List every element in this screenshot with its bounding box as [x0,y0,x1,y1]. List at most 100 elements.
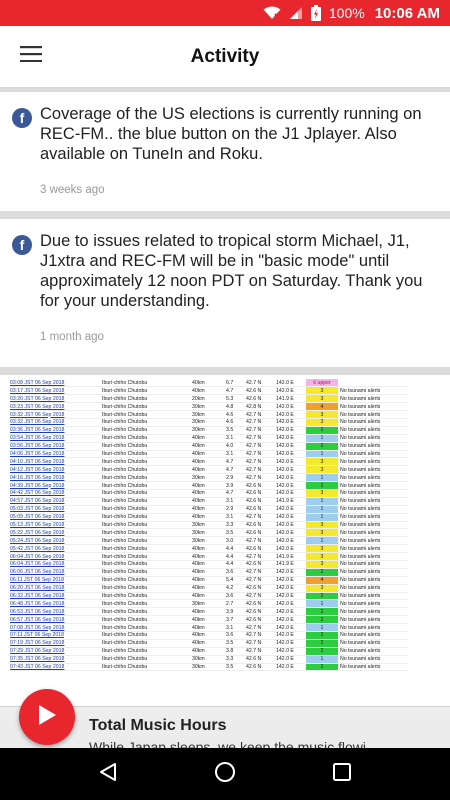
table-cell-mag: 3.9 [224,481,244,490]
table-cell-time: 04:10 JST 06 Sep 2018 [8,457,100,467]
earthquake-table-image: 03:08 JST 06 Sep 2018 Iburi-chiho Chutobu… [8,379,408,672]
feed-post[interactable]: f Due to issues related to tropical stor… [0,219,450,367]
play-button[interactable] [19,689,75,745]
table-cell-loc: Iburi-chiho Chutobu [100,497,190,506]
recents-button[interactable] [322,754,362,794]
table-cell-depth: 40km [190,434,224,443]
table-cell-lat: 42.6 N [244,528,274,538]
post-timestamp: 1 month ago [40,331,104,343]
app-bar: Activity [0,26,450,88]
table-cell-time: 07:19 JST 06 Sep 2018 [8,639,100,648]
table-cell-note: No tsunami alerts [338,481,408,490]
table-cell-depth: 40km [190,615,224,625]
table-row: 06:48 JST 06 Sep 2018 Iburi-chiho Chutobu… [8,599,408,609]
table-cell-loc: Iburi-chiho Chutobu [100,426,190,435]
table-cell-mag: 6.7 [224,379,244,388]
table-cell-note: No tsunami alerts [338,442,408,451]
table-cell-lon: 142.0 E [274,418,306,427]
table-cell-note: No tsunami alerts [338,584,408,593]
table-cell-mag: 4.7 [224,457,244,467]
table-row: 06:57 JST 06 Sep 2018 Iburi-chiho Chutobu… [8,615,408,625]
table-cell-loc: Iburi-chiho Chutobu [100,647,190,656]
table-cell-note: No tsunami alerts [338,402,408,412]
table-cell-int: 2 [306,615,338,625]
table-cell-mag: 4.4 [224,560,244,569]
table-cell-lat: 42.7 N [244,465,274,475]
table-cell-time: 06:32 JST 06 Sep 2018 [8,592,100,601]
table-cell-depth: 30km [190,528,224,538]
table-row: 04:57 JST 06 Sep 2018 Iburi-chiho Chutobu… [8,497,408,506]
table-cell-note: No tsunami alerts [338,536,408,546]
table-cell-lat: 42.7 N [244,379,274,388]
table-cell-lat: 42.7 N [244,647,274,656]
table-cell-note: No tsunami alerts [338,552,408,561]
back-button[interactable] [88,754,128,794]
table-cell-time: 06:48 JST 06 Sep 2018 [8,599,100,609]
table-cell-note: No tsunami alerts [338,544,408,554]
hamburger-menu-button[interactable] [0,26,62,88]
table-cell-depth: 40km [190,639,224,648]
table-cell-loc: Iburi-chiho Chutobu [100,536,190,546]
signal-icon [289,6,303,20]
table-cell-mag: 3.6 [224,592,244,601]
table-row: 06:32 JST 06 Sep 2018 Iburi-chiho Chutobu… [8,592,408,601]
table-cell-loc: Iburi-chiho Chutobu [100,599,190,609]
table-cell-time: 07:11 JST 06 Sep 2018 [8,631,100,640]
play-icon [37,704,57,731]
table-cell-depth: 30km [190,599,224,609]
table-cell-time: 03:56 JST 06 Sep 2018 [8,442,100,451]
table-cell-lat: 42.7 N [244,426,274,435]
table-cell-mag: 3.5 [224,639,244,648]
table-row: 07:29 JST 06 Sep 2018 Iburi-chiho Chutobu… [8,647,408,656]
feed-post[interactable]: f Coverage of the US elections is curren… [0,92,450,211]
table-row: 03:32 JST 06 Sep 2018 Iburi-chiho Chutobu… [8,410,408,419]
table-cell-mag: 5.4 [224,576,244,585]
table-cell-lon: 142.0 E [274,536,306,546]
table-cell-lon: 142.0 E [274,450,306,459]
table-cell-note: No tsunami alerts [338,639,408,648]
table-cell-lon: 142.0 E [274,489,306,498]
table-cell-depth: 40km [190,631,224,640]
table-cell-lat: 42.7 N [244,536,274,546]
table-cell-depth: 40km [190,544,224,554]
home-button[interactable] [205,754,245,794]
table-cell-note: No tsunami alerts [338,465,408,475]
table-row: 03:32 JST 06 Sep 2018 Iburi-chiho Chutobu… [8,418,408,427]
feed-image-post[interactable]: 03:08 JST 06 Sep 2018 Iburi-chiho Chutobu… [0,375,450,720]
table-cell-depth: 40km [190,457,224,467]
table-cell-note [338,379,408,388]
table-cell-loc: Iburi-chiho Chutobu [100,528,190,538]
table-cell-depth: 20km [190,394,224,404]
table-cell-lat: 42.6 N [244,607,274,617]
table-cell-mag: 5.3 [224,394,244,404]
table-cell-time: 06:57 JST 06 Sep 2018 [8,615,100,625]
table-cell-loc: Iburi-chiho Chutobu [100,379,190,388]
activity-feed[interactable]: f Coverage of the US elections is curren… [0,92,450,720]
table-cell-depth: 30km [190,663,224,672]
table-cell-depth: 40km [190,450,224,459]
hamburger-menu-icon [20,46,42,67]
table-cell-lat: 42.7 N [244,513,274,522]
battery-icon [310,5,321,21]
table-cell-depth: 40km [190,442,224,451]
table-cell-loc: Iburi-chiho Chutobu [100,489,190,498]
table-cell-int: 3 [306,386,338,396]
table-row: 05:03 JST 06 Sep 2018 Iburi-chiho Chutobu… [8,505,408,514]
page-title: Activity [190,45,260,67]
table-cell-loc: Iburi-chiho Chutobu [100,434,190,443]
table-cell-mag: 4.7 [224,489,244,498]
table-cell-mag: 4.4 [224,552,244,561]
table-row: 04:06 JST 06 Sep 2018 Iburi-chiho Chutobu… [8,450,408,459]
table-cell-int: 1 [306,655,338,664]
table-cell-lon: 142.0 E [274,623,306,632]
table-cell-loc: Iburi-chiho Chutobu [100,513,190,522]
table-row: 06:53 JST 06 Sep 2018 Iburi-chiho Chutobu… [8,607,408,617]
table-cell-loc: Iburi-chiho Chutobu [100,505,190,514]
table-cell-int: 3 [306,521,338,530]
table-cell-loc: Iburi-chiho Chutobu [100,560,190,569]
table-cell-mag: 4.6 [224,418,244,427]
table-cell-note: No tsunami alerts [338,655,408,664]
table-cell-lon: 142.0 E [274,434,306,443]
table-row: 07:19 JST 06 Sep 2018 Iburi-chiho Chutobu… [8,639,408,648]
table-cell-depth: 30km [190,655,224,664]
